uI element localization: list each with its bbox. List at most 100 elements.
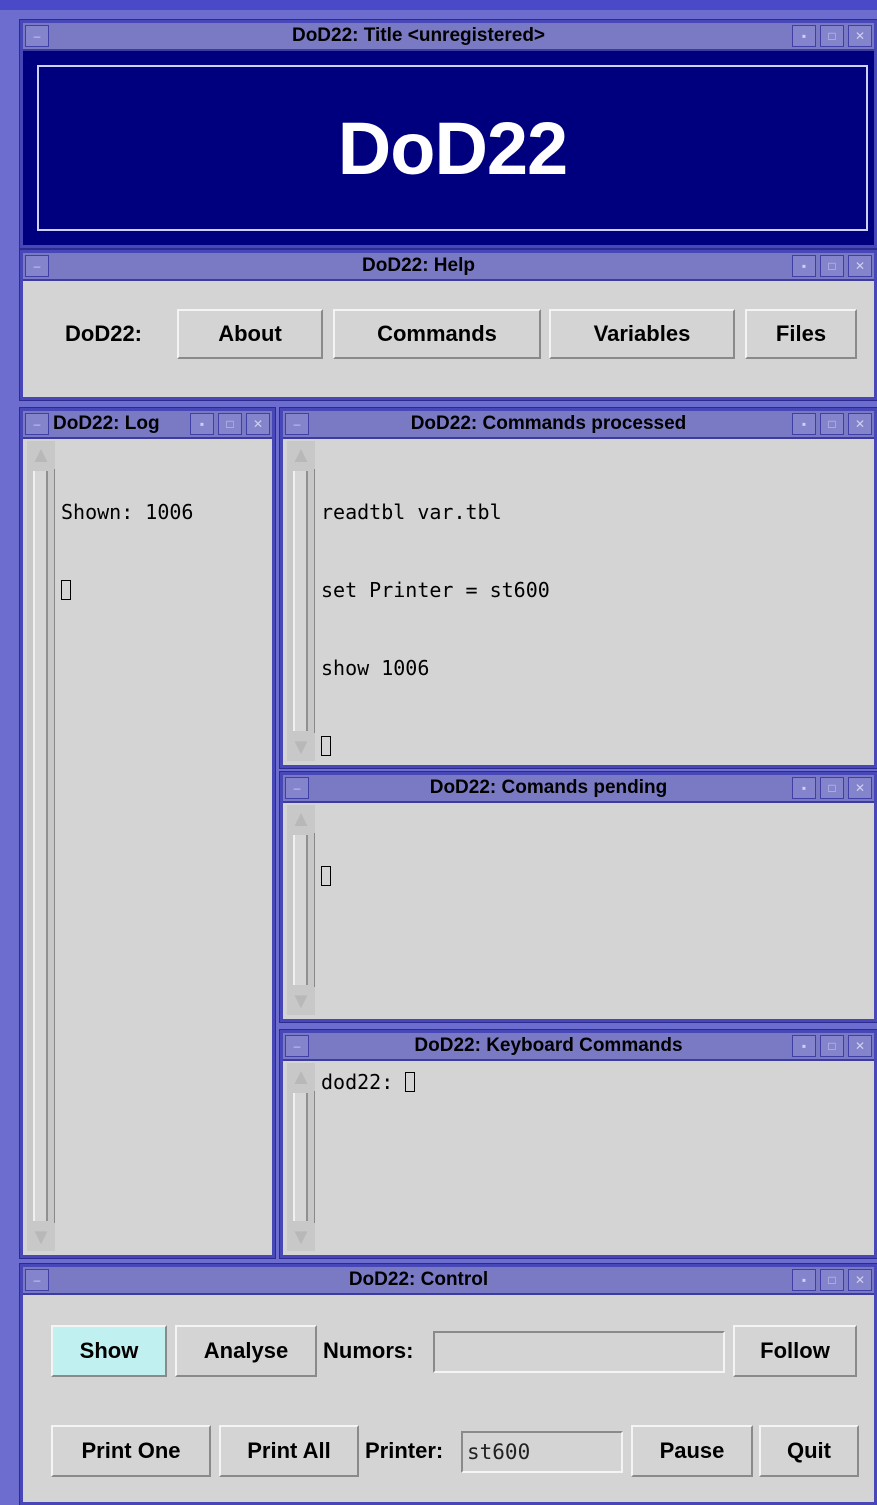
close-icon[interactable]: ✕ bbox=[848, 255, 872, 277]
follow-button[interactable]: Follow bbox=[733, 1325, 857, 1377]
minimize-icon[interactable]: ▪ bbox=[190, 413, 214, 435]
maximize-icon[interactable]: □ bbox=[820, 777, 844, 799]
help-window-titlebar[interactable]: ‒ DoD22: Help ▪ □ ✕ bbox=[23, 253, 874, 281]
numors-input[interactable] bbox=[433, 1331, 725, 1373]
processed-window-titlebar[interactable]: ‒ DoD22: Commands processed ▪ □ ✕ bbox=[283, 411, 874, 439]
window-title: DoD22: Commands processed bbox=[410, 413, 687, 434]
scroll-trough[interactable] bbox=[293, 1093, 308, 1221]
window-menu-icon[interactable]: ‒ bbox=[285, 777, 309, 799]
scroll-down-icon[interactable]: ▼ bbox=[287, 987, 315, 1015]
pending-scrollbar[interactable]: ▲ ▼ bbox=[287, 805, 315, 1015]
window-menu-icon[interactable]: ‒ bbox=[25, 25, 49, 47]
keyboard-command-input[interactable]: dod22: bbox=[321, 1069, 416, 1095]
control-window: ‒ DoD22: Control ▪ □ ✕ Show Analyse Numo… bbox=[19, 1263, 877, 1505]
processed-line: readtbl var.tbl bbox=[321, 500, 502, 524]
processed-window: ‒ DoD22: Commands processed ▪ □ ✕ ▲ ▼ re… bbox=[279, 407, 877, 769]
scroll-trough[interactable] bbox=[293, 835, 308, 985]
help-window-body: DoD22: About Commands Variables Files bbox=[23, 281, 874, 397]
minimize-icon[interactable]: ▪ bbox=[792, 255, 816, 277]
print-all-button[interactable]: Print All bbox=[219, 1425, 359, 1477]
minimize-icon[interactable]: ▪ bbox=[792, 777, 816, 799]
printer-label: Printer: bbox=[365, 1438, 444, 1463]
window-title: DoD22: Title <unregistered> bbox=[291, 25, 546, 46]
files-button[interactable]: Files bbox=[745, 309, 857, 359]
log-scrollbar[interactable]: ▲ ▼ bbox=[27, 441, 55, 1251]
keyboard-window-titlebar[interactable]: ‒ DoD22: Keyboard Commands ▪ □ ✕ bbox=[283, 1033, 874, 1061]
maximize-icon[interactable]: □ bbox=[820, 1035, 844, 1057]
close-icon[interactable]: ✕ bbox=[848, 413, 872, 435]
scroll-down-icon[interactable]: ▼ bbox=[287, 733, 315, 761]
log-line: Shown: 1006 bbox=[61, 500, 194, 524]
print-one-button[interactable]: Print One bbox=[51, 1425, 211, 1477]
processed-text-area[interactable]: readtbl var.tbl set Printer = st600 show… bbox=[321, 447, 550, 811]
window-title: DoD22: Log bbox=[53, 413, 160, 434]
scroll-trough[interactable] bbox=[293, 471, 308, 731]
minimize-icon[interactable]: ▪ bbox=[792, 1269, 816, 1291]
text-cursor bbox=[321, 863, 393, 889]
close-icon[interactable]: ✕ bbox=[848, 1035, 872, 1057]
window-menu-icon[interactable]: ‒ bbox=[285, 413, 309, 435]
pending-window-body: ▲ ▼ bbox=[283, 803, 874, 1019]
pause-button[interactable]: Pause bbox=[631, 1425, 753, 1477]
show-button[interactable]: Show bbox=[51, 1325, 167, 1377]
text-cursor bbox=[321, 733, 550, 759]
about-button[interactable]: About bbox=[177, 309, 323, 359]
log-window-body: ▲ ▼ Shown: 1006 bbox=[23, 439, 272, 1255]
maximize-icon[interactable]: □ bbox=[820, 255, 844, 277]
maximize-icon[interactable]: □ bbox=[820, 413, 844, 435]
command-prompt: dod22: bbox=[321, 1070, 406, 1094]
maximize-icon[interactable]: □ bbox=[820, 25, 844, 47]
keyboard-window-body: ▲ ▼ dod22: bbox=[283, 1061, 874, 1255]
keyboard-window: ‒ DoD22: Keyboard Commands ▪ □ ✕ ▲ ▼ dod… bbox=[279, 1029, 877, 1259]
dod22-banner: DoD22 bbox=[37, 65, 868, 231]
printer-input[interactable] bbox=[461, 1431, 623, 1473]
log-window: ‒ DoD22: Log ▪ □ ✕ ▲ ▼ Shown: 1006 bbox=[19, 407, 276, 1259]
close-icon[interactable]: ✕ bbox=[246, 413, 270, 435]
minimize-icon[interactable]: ▪ bbox=[792, 413, 816, 435]
close-icon[interactable]: ✕ bbox=[848, 1269, 872, 1291]
numors-label: Numors: bbox=[323, 1338, 414, 1363]
window-menu-icon[interactable]: ‒ bbox=[25, 413, 49, 435]
window-title: DoD22: Keyboard Commands bbox=[414, 1035, 683, 1056]
close-icon[interactable]: ✕ bbox=[848, 777, 872, 799]
title-window: ‒ DoD22: Title <unregistered> ▪ □ ✕ DoD2… bbox=[19, 19, 877, 249]
window-menu-icon[interactable]: ‒ bbox=[25, 255, 49, 277]
processed-line: show 1006 bbox=[321, 656, 430, 680]
scroll-up-icon[interactable]: ▲ bbox=[287, 441, 315, 469]
scroll-up-icon[interactable]: ▲ bbox=[287, 805, 315, 833]
minimize-icon[interactable]: ▪ bbox=[792, 1035, 816, 1057]
processed-window-body: ▲ ▼ readtbl var.tbl set Printer = st600 … bbox=[283, 439, 874, 765]
maximize-icon[interactable]: □ bbox=[218, 413, 242, 435]
pending-window-titlebar[interactable]: ‒ DoD22: Comands pending ▪ □ ✕ bbox=[283, 775, 874, 803]
scroll-up-icon[interactable]: ▲ bbox=[287, 1063, 315, 1091]
pending-window: ‒ DoD22: Comands pending ▪ □ ✕ ▲ ▼ bbox=[279, 771, 877, 1023]
window-title: DoD22: Control bbox=[348, 1269, 489, 1290]
window-title: DoD22: Help bbox=[362, 255, 475, 276]
window-menu-icon[interactable]: ‒ bbox=[285, 1035, 309, 1057]
scroll-down-icon[interactable]: ▼ bbox=[27, 1223, 55, 1251]
variables-button[interactable]: Variables bbox=[549, 309, 735, 359]
scroll-trough[interactable] bbox=[33, 471, 48, 1221]
control-window-body: Show Analyse Numors: Follow Print One Pr… bbox=[23, 1295, 874, 1502]
processed-scrollbar[interactable]: ▲ ▼ bbox=[287, 441, 315, 761]
scroll-down-icon[interactable]: ▼ bbox=[287, 1223, 315, 1251]
keyboard-scrollbar[interactable]: ▲ ▼ bbox=[287, 1063, 315, 1251]
text-cursor bbox=[61, 577, 193, 603]
control-window-titlebar[interactable]: ‒ DoD22: Control ▪ □ ✕ bbox=[23, 1267, 874, 1295]
window-menu-icon[interactable]: ‒ bbox=[25, 1269, 49, 1291]
maximize-icon[interactable]: □ bbox=[820, 1269, 844, 1291]
title-window-titlebar[interactable]: ‒ DoD22: Title <unregistered> ▪ □ ✕ bbox=[23, 23, 874, 51]
analyse-button[interactable]: Analyse bbox=[175, 1325, 317, 1377]
desktop-top-strip bbox=[0, 0, 877, 10]
close-icon[interactable]: ✕ bbox=[848, 25, 872, 47]
minimize-icon[interactable]: ▪ bbox=[792, 25, 816, 47]
log-text-area[interactable]: Shown: 1006 bbox=[61, 447, 193, 655]
commands-button[interactable]: Commands bbox=[333, 309, 541, 359]
scroll-up-icon[interactable]: ▲ bbox=[27, 441, 55, 469]
window-title: DoD22: Comands pending bbox=[429, 777, 668, 798]
quit-button[interactable]: Quit bbox=[759, 1425, 859, 1477]
help-window: ‒ DoD22: Help ▪ □ ✕ DoD22: About Command… bbox=[19, 249, 877, 401]
processed-line: set Printer = st600 bbox=[321, 578, 550, 602]
log-window-titlebar[interactable]: ‒ DoD22: Log ▪ □ ✕ bbox=[23, 411, 272, 439]
pending-text-area[interactable] bbox=[321, 811, 393, 941]
